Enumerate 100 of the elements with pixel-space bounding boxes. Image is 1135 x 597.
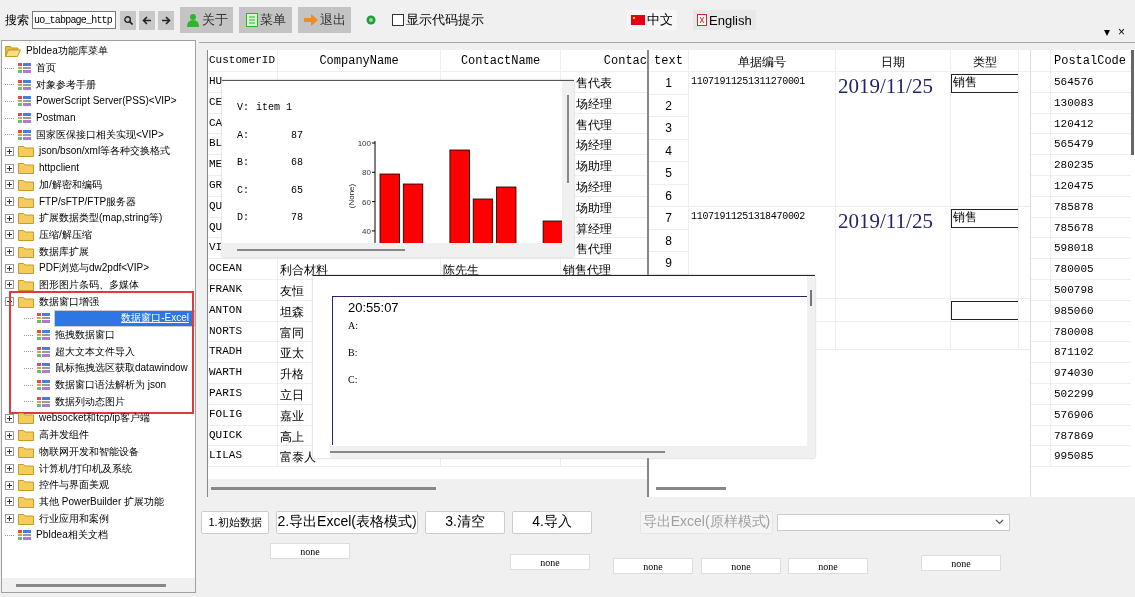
action-button[interactable]: 4.导入 bbox=[512, 510, 592, 534]
column-header[interactable]: text bbox=[649, 50, 689, 71]
action-button[interactable]: 1.初始数据 bbox=[201, 510, 269, 534]
column-header[interactable]: CustomerID bbox=[208, 50, 278, 71]
expand-icon[interactable] bbox=[5, 213, 14, 223]
tree-item[interactable]: 数据窗口语法解析为 json bbox=[54, 378, 168, 393]
action-button[interactable]: 2.导出Excel(表格模式) bbox=[276, 510, 418, 534]
tree-item[interactable]: 加/解密和编码 bbox=[38, 177, 103, 192]
scrollbar-thumb[interactable] bbox=[237, 249, 405, 251]
type-field[interactable] bbox=[951, 301, 1018, 320]
tree-item[interactable]: 其他 PowerBuilder 扩展功能 bbox=[38, 494, 166, 509]
action-button[interactable]: none bbox=[270, 543, 350, 559]
close-button[interactable]: × bbox=[1118, 25, 1125, 39]
table-cell: NORTS bbox=[209, 324, 242, 337]
table-cell: 销售代理 bbox=[563, 264, 611, 279]
table-cell-text: 985060 bbox=[1053, 303, 1094, 319]
expand-icon[interactable] bbox=[5, 263, 14, 273]
back-button[interactable] bbox=[139, 10, 155, 30]
tree-item[interactable]: Postman bbox=[35, 111, 77, 126]
table-cell: CA bbox=[209, 116, 223, 129]
expand-icon[interactable] bbox=[5, 480, 14, 490]
expand-icon[interactable] bbox=[5, 497, 14, 507]
column-header[interactable]: 单据编号 bbox=[689, 50, 836, 71]
action-button[interactable]: none bbox=[613, 558, 693, 574]
tree-item[interactable]: 数据库扩展 bbox=[38, 244, 90, 259]
tree-item[interactable]: 数据列动态图片 bbox=[54, 394, 126, 409]
scrollbar-thumb[interactable] bbox=[1131, 50, 1134, 155]
action-button[interactable]: none bbox=[510, 554, 590, 570]
table-cell-text: 564576 bbox=[1053, 75, 1094, 90]
code-hint-checkbox[interactable]: 显示代码提示 bbox=[392, 11, 484, 29]
expand-icon[interactable] bbox=[5, 230, 14, 240]
expand-icon[interactable] bbox=[5, 514, 14, 524]
column-header[interactable]: ContactName bbox=[441, 50, 561, 71]
action-button[interactable]: none bbox=[701, 558, 781, 574]
column-header[interactable]: PostalCode bbox=[1051, 50, 1126, 71]
collapse-icon[interactable] bbox=[5, 297, 14, 307]
column-header[interactable]: 日期 bbox=[836, 50, 951, 71]
search-button[interactable] bbox=[120, 10, 136, 30]
expand-icon[interactable] bbox=[5, 280, 14, 290]
expand-icon[interactable] bbox=[5, 447, 14, 457]
expand-icon[interactable] bbox=[5, 430, 14, 440]
tree-item[interactable]: 首页 bbox=[35, 61, 57, 76]
tree-item[interactable]: 国家医保接口相关实现<VIP> bbox=[35, 127, 165, 142]
tree-item[interactable]: json/bson/xml等各种交换格式 bbox=[38, 144, 172, 159]
tree-item[interactable]: 数据窗口-Excel bbox=[54, 309, 195, 327]
tree-item[interactable]: PbIdea相关文档 bbox=[35, 528, 109, 543]
action-button[interactable]: none bbox=[921, 555, 1001, 571]
forward-button[interactable] bbox=[158, 10, 174, 30]
expand-icon[interactable] bbox=[5, 146, 14, 156]
field-label: B: bbox=[348, 347, 359, 360]
dropdown-button[interactable]: ▾ bbox=[1104, 25, 1110, 39]
language-button[interactable]: 中文 bbox=[627, 10, 677, 30]
scrollbar-thumb[interactable] bbox=[16, 583, 166, 587]
table-cell-text: 576906 bbox=[1053, 407, 1094, 423]
tree-item[interactable]: websocket和tcp/ip客户端 bbox=[38, 411, 152, 426]
tree-item[interactable]: httpclient bbox=[38, 161, 81, 176]
about-button[interactable]: 关于 bbox=[180, 7, 233, 33]
tree-item[interactable]: 超大文本文件导入 bbox=[54, 344, 136, 359]
expand-icon[interactable] bbox=[5, 197, 14, 207]
tree-item[interactable]: FTP/sFTP/FTP服务器 bbox=[38, 194, 138, 209]
tree-item[interactable]: PowerScript Server(PSS)<VIP> bbox=[35, 94, 178, 109]
row-number: 2 bbox=[649, 94, 688, 117]
expand-icon[interactable] bbox=[5, 413, 14, 423]
scrollbar-thumb[interactable] bbox=[211, 486, 436, 490]
column-header[interactable]: 类型 bbox=[951, 50, 1019, 71]
tree-item[interactable]: 物联网开发和智能设备 bbox=[38, 444, 140, 459]
tree-item[interactable]: PDF浏览与dw2pdf<VIP> bbox=[38, 261, 151, 276]
tree-item[interactable]: 对象参考手册 bbox=[35, 77, 97, 92]
exit-button[interactable]: 退出 bbox=[298, 7, 351, 33]
expand-icon[interactable] bbox=[5, 247, 14, 257]
tree-item[interactable]: 图形图片条码、多媒体 bbox=[38, 277, 140, 292]
tree-item[interactable]: 鼠标拖拽选区获取datawindow bbox=[54, 361, 189, 376]
action-button[interactable]: none bbox=[788, 558, 868, 574]
expand-icon[interactable] bbox=[5, 163, 14, 173]
type-field[interactable]: 销售 bbox=[951, 209, 1018, 228]
language-button[interactable]: English bbox=[693, 10, 756, 30]
scrollbar-thumb[interactable] bbox=[567, 95, 570, 183]
column-header[interactable]: CompanyName bbox=[278, 50, 441, 71]
column-header[interactable]: Contac bbox=[561, 50, 647, 71]
tree-item[interactable]: 高并发组件 bbox=[38, 428, 90, 443]
search-field[interactable]: uo_tabpage_http bbox=[32, 11, 116, 29]
scrollbar-thumb[interactable] bbox=[810, 290, 812, 306]
tree-item[interactable]: 控件与界面美观 bbox=[38, 478, 110, 493]
tree-item[interactable]: 压缩/解压缩 bbox=[38, 227, 93, 242]
tree-item[interactable]: 行业应用和案例 bbox=[38, 511, 110, 526]
bar bbox=[496, 186, 517, 243]
table-cell-text: 787869 bbox=[1053, 428, 1094, 444]
menu-button[interactable]: 菜单 bbox=[239, 7, 292, 33]
scrollbar-thumb[interactable] bbox=[656, 486, 726, 490]
scrollbar-thumb[interactable] bbox=[330, 451, 665, 453]
folder-icon bbox=[18, 212, 34, 225]
type-field[interactable]: 销售 bbox=[951, 74, 1018, 93]
tree-item[interactable]: 数据窗口增强 bbox=[38, 294, 100, 309]
tree-item[interactable]: 计算机/打印机及系统 bbox=[38, 461, 133, 476]
tree-item[interactable]: 拖拽数据窗口 bbox=[54, 328, 116, 343]
expand-icon[interactable] bbox=[5, 464, 14, 474]
action-button[interactable]: 3.清空 bbox=[425, 510, 505, 534]
tree-item[interactable]: 扩展数据类型(map,string等) bbox=[38, 211, 164, 226]
expand-icon[interactable] bbox=[5, 180, 14, 190]
tree-item[interactable]: PbIdea功能库菜单 bbox=[25, 44, 109, 59]
